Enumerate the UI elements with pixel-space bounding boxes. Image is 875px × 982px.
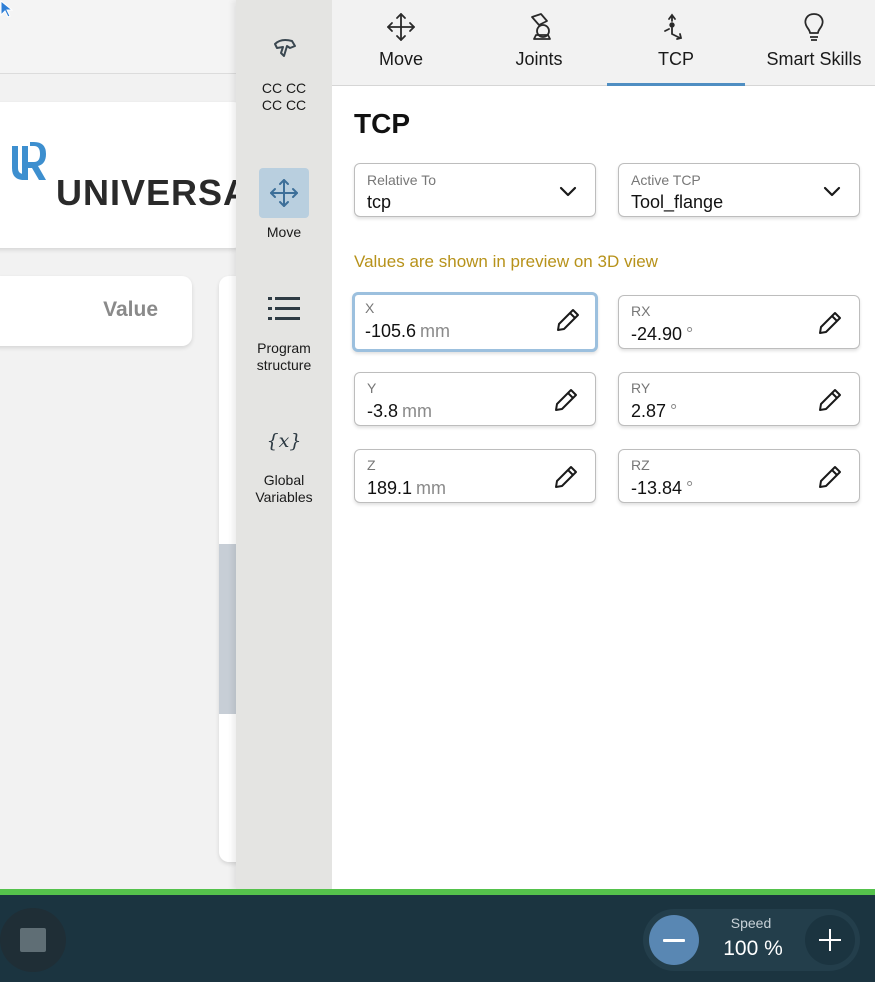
nav-item-move[interactable]: Move bbox=[236, 168, 332, 241]
speed-decrease-button[interactable] bbox=[649, 915, 699, 965]
speed-value: 100 % bbox=[723, 937, 783, 960]
tab-tcp[interactable]: TCP bbox=[607, 0, 745, 86]
pencil-icon[interactable] bbox=[815, 308, 845, 338]
x-field[interactable]: X -105.6 mm bbox=[352, 292, 598, 352]
ry-field[interactable]: RY 2.87 ° bbox=[618, 372, 860, 426]
rx-field[interactable]: RX -24.90 ° bbox=[618, 295, 860, 349]
nav-label-gripper: CC CC CC CC bbox=[261, 80, 307, 113]
nav-item-program-structure[interactable]: Program structure bbox=[236, 284, 332, 374]
active-tcp-label: Active TCP bbox=[631, 172, 701, 188]
side-navigation: CC CC CC CC Move Program structure {x} G… bbox=[236, 0, 332, 890]
variables-icon: {x} bbox=[259, 416, 309, 466]
value-column-header: Value bbox=[103, 298, 158, 321]
rx-unit: ° bbox=[686, 324, 694, 344]
z-value: 189.1 bbox=[367, 478, 413, 498]
speed-control: Speed 100 % bbox=[643, 909, 860, 971]
gripper-icon bbox=[259, 24, 309, 74]
z-value-display: 189.1 mm bbox=[367, 478, 446, 499]
speed-label: Speed bbox=[730, 915, 772, 931]
x-value-display: -105.6 mm bbox=[365, 321, 450, 342]
z-label: Z bbox=[367, 457, 376, 473]
ry-label: RY bbox=[631, 380, 651, 396]
rz-field[interactable]: RZ -13.84 ° bbox=[618, 449, 860, 503]
nav-label-move: Move bbox=[266, 224, 302, 240]
stop-button[interactable] bbox=[0, 908, 66, 972]
tab-smart-skills-label: Smart Skills bbox=[766, 49, 862, 69]
rx-value-display: -24.90 ° bbox=[631, 324, 693, 345]
nav-item-global-variables[interactable]: {x} Global Variables bbox=[236, 416, 332, 506]
pencil-icon[interactable] bbox=[551, 385, 581, 415]
mouse-cursor-icon bbox=[0, 0, 14, 18]
tcp-panel: Move Joints TCP Smart Skills TCP Relativ… bbox=[332, 0, 875, 890]
rz-value: -13.84 bbox=[631, 478, 683, 498]
y-label: Y bbox=[367, 380, 377, 396]
tab-joints-label: Joints bbox=[515, 49, 563, 69]
rz-label: RZ bbox=[631, 457, 650, 473]
tab-smart-skills[interactable]: Smart Skills bbox=[745, 0, 875, 86]
active-tcp-dropdown[interactable]: Active TCP Tool_flange bbox=[618, 163, 860, 217]
preview-notice: Values are shown in preview on 3D view bbox=[354, 252, 658, 271]
rz-value-display: -13.84 ° bbox=[631, 478, 693, 499]
nav-label-global-variables: Global Variables bbox=[255, 472, 313, 505]
tab-bar: Move Joints TCP Smart Skills bbox=[332, 0, 875, 86]
tab-move[interactable]: Move bbox=[332, 0, 470, 86]
ry-value: 2.87 bbox=[631, 401, 667, 421]
tcp-icon bbox=[664, 13, 683, 40]
move-icon bbox=[259, 168, 309, 218]
relative-to-label: Relative To bbox=[367, 172, 437, 188]
pencil-icon[interactable] bbox=[815, 462, 845, 492]
z-unit: mm bbox=[416, 478, 447, 498]
nav-label-program-structure: Program structure bbox=[256, 340, 312, 373]
ry-unit: ° bbox=[670, 401, 678, 421]
page-title: TCP bbox=[354, 108, 410, 139]
pencil-icon[interactable] bbox=[551, 462, 581, 492]
stop-icon bbox=[20, 928, 46, 952]
tab-tcp-label: TCP bbox=[658, 49, 694, 69]
relative-to-value: tcp bbox=[367, 192, 392, 212]
lightbulb-icon bbox=[804, 13, 824, 41]
move-arrows-icon bbox=[387, 13, 415, 41]
x-label: X bbox=[365, 300, 375, 316]
y-value: -3.8 bbox=[367, 401, 399, 421]
ur-logo-icon bbox=[12, 142, 46, 180]
svg-text:{x}: {x} bbox=[267, 430, 302, 452]
background-value-header: Value bbox=[0, 276, 192, 346]
rz-unit: ° bbox=[686, 478, 694, 498]
active-tcp-value: Tool_flange bbox=[631, 192, 724, 212]
z-field[interactable]: Z 189.1 mm bbox=[354, 449, 596, 503]
joints-icon bbox=[531, 13, 551, 40]
chevron-down-icon bbox=[823, 186, 841, 197]
chevron-down-icon bbox=[559, 186, 577, 197]
pencil-icon[interactable] bbox=[553, 305, 583, 335]
x-unit: mm bbox=[420, 321, 451, 341]
tab-move-label: Move bbox=[378, 49, 423, 69]
speed-increase-button[interactable] bbox=[805, 915, 855, 965]
relative-to-dropdown[interactable]: Relative To tcp bbox=[354, 163, 596, 217]
y-unit: mm bbox=[402, 401, 433, 421]
ry-value-display: 2.87 ° bbox=[631, 401, 677, 422]
background-top-bar bbox=[0, 0, 240, 74]
pencil-icon[interactable] bbox=[815, 385, 845, 415]
rx-value: -24.90 bbox=[631, 324, 683, 344]
rx-label: RX bbox=[631, 303, 651, 319]
nav-item-gripper[interactable]: CC CC CC CC bbox=[236, 24, 332, 114]
logo-wordmark: UNIVERSA bbox=[56, 172, 240, 213]
background-logo-card: UNIVERSA bbox=[0, 102, 240, 248]
y-field[interactable]: Y -3.8 mm bbox=[354, 372, 596, 426]
bottom-bar: Speed 100 % bbox=[0, 895, 875, 982]
tab-joints[interactable]: Joints bbox=[470, 0, 608, 86]
y-value-display: -3.8 mm bbox=[367, 401, 432, 422]
list-icon bbox=[259, 284, 309, 334]
x-value: -105.6 bbox=[365, 321, 417, 341]
